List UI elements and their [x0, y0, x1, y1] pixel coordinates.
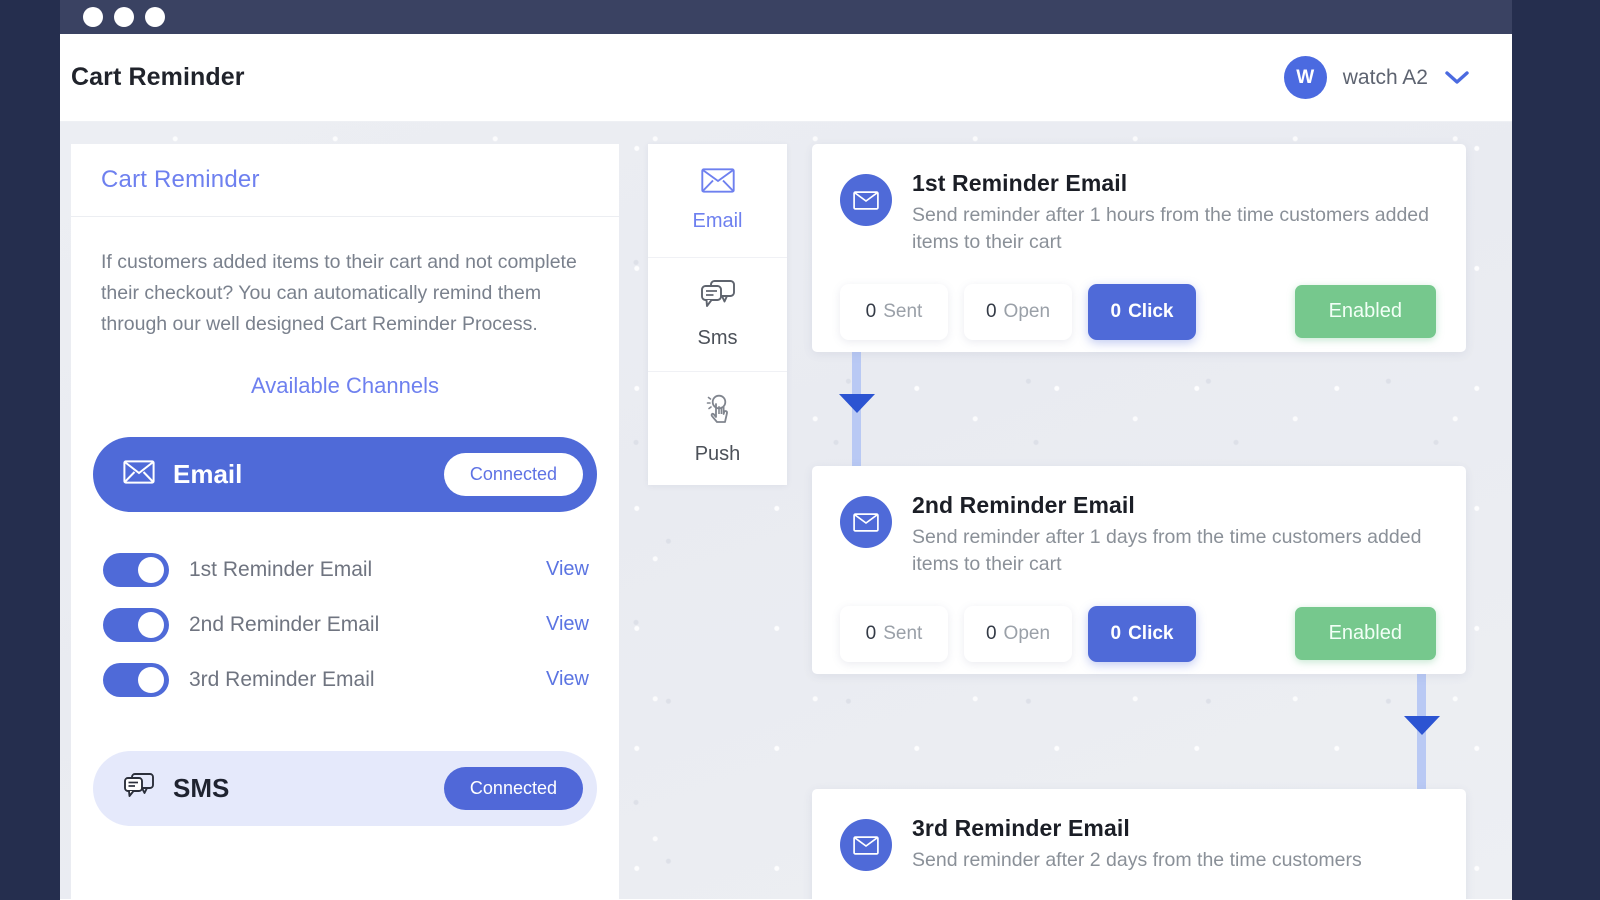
close-dot[interactable]	[83, 7, 103, 27]
page-title: Cart Reminder	[71, 63, 245, 91]
stat-sent-1-label: Sent	[883, 300, 923, 322]
user-menu[interactable]: W watch A2	[1283, 56, 1470, 99]
reminder-card-2-subtitle: Send reminder after 1 days from the time…	[912, 526, 1422, 575]
channel-selector-label-push: Push	[694, 442, 741, 465]
toggle-label-3rd-reminder: 3rd Reminder Email	[189, 667, 375, 691]
reminder-toggle-list: 1st Reminder Email View 2nd Reminder Ema…	[93, 542, 597, 707]
stat-sent-1-value: 0	[865, 300, 877, 322]
stat-open-2[interactable]: 0 Open	[964, 605, 1072, 662]
reminder-card-2-title: 2nd Reminder Email	[912, 492, 1135, 518]
reminder-card-2[interactable]: 2nd Reminder Email Send reminder after 1…	[812, 466, 1466, 674]
toggle-label-2nd-reminder: 2nd Reminder Email	[189, 612, 380, 636]
envelope-icon	[840, 819, 892, 871]
user-name: watch A2	[1342, 65, 1428, 89]
stat-open-1[interactable]: 0 Open	[964, 283, 1072, 340]
screenshot-root: Cart Reminder W watch A2 Cart Reminder I…	[0, 0, 1600, 900]
view-link-3rd-reminder[interactable]: View	[546, 668, 589, 691]
app-header: Cart Reminder W watch A2	[60, 34, 1512, 122]
stat-click-2-label: Click	[1128, 622, 1174, 644]
envelope-icon	[840, 496, 892, 548]
stat-open-1-value: 0	[985, 300, 997, 322]
left-panel-description: If customers added items to their cart a…	[101, 251, 577, 335]
channel-selector-label-email: Email	[692, 210, 743, 232]
push-tap-icon	[701, 392, 735, 431]
flow-arrow-1	[838, 394, 875, 413]
reminder-card-2-stats: 0 Sent 0 Open 0 Click Enabled	[840, 605, 1436, 662]
stat-sent-2[interactable]: 0 Sent	[840, 605, 948, 662]
channel-card-sms-left: SMS	[123, 772, 229, 805]
channel-card-email[interactable]: Email Connected	[93, 437, 597, 513]
chevron-down-icon[interactable]	[1444, 70, 1470, 86]
stat-click-1-label: Click	[1128, 300, 1174, 322]
channel-card-email-name: Email	[173, 459, 243, 490]
channel-card-sms-status[interactable]: Connected	[443, 767, 583, 811]
reminder-card-3-title: 3rd Reminder Email	[912, 815, 1130, 841]
status-badge-enabled-1[interactable]: Enabled	[1294, 285, 1436, 339]
channel-card-sms-name: SMS	[173, 773, 230, 804]
channel-selector-label-sms: Sms	[697, 327, 738, 349]
reminder-card-1-text: 1st Reminder Email Send reminder after 1…	[912, 170, 1436, 256]
stat-click-2[interactable]: 0 Click	[1088, 605, 1196, 662]
chat-bubbles-icon	[123, 772, 155, 805]
stat-open-2-label: Open	[1003, 622, 1051, 644]
minimize-dot[interactable]	[114, 7, 134, 27]
maximize-dot[interactable]	[145, 7, 165, 27]
channel-card-email-status[interactable]: Connected	[443, 453, 583, 497]
view-link-2nd-reminder[interactable]: View	[546, 613, 589, 636]
toggle-switch-3rd-reminder[interactable]	[103, 662, 169, 697]
reminder-card-2-text: 2nd Reminder Email Send reminder after 1…	[912, 492, 1436, 578]
reminder-card-3[interactable]: 3rd Reminder Email Send reminder after 2…	[812, 789, 1466, 899]
channel-selector-item-email[interactable]: Email	[648, 144, 787, 258]
available-channels-heading: Available Channels	[251, 373, 439, 399]
app-body: Cart Reminder If customers added items t…	[60, 122, 1512, 899]
stat-sent-2-label: Sent	[883, 622, 923, 644]
envelope-icon	[700, 168, 735, 198]
reminder-card-1-subtitle: Send reminder after 1 hours from the tim…	[912, 204, 1429, 253]
reminder-card-1[interactable]: 1st Reminder Email Send reminder after 1…	[812, 144, 1466, 352]
stat-open-2-value: 0	[985, 622, 997, 644]
reminder-toggle-row-3: 3rd Reminder Email View	[93, 652, 597, 707]
left-panel: Cart Reminder If customers added items t…	[71, 144, 619, 899]
envelope-icon	[123, 460, 155, 489]
stat-sent-2-value: 0	[865, 622, 877, 644]
stat-sent-1[interactable]: 0 Sent	[840, 283, 948, 340]
stat-open-1-label: Open	[1003, 300, 1051, 322]
reminder-card-1-stats: 0 Sent 0 Open 0 Click Enabled	[840, 283, 1436, 340]
reminder-card-2-header: 2nd Reminder Email Send reminder after 1…	[840, 492, 1436, 578]
reminder-card-3-subtitle: Send reminder after 2 days from the time…	[912, 849, 1362, 871]
channel-selector-item-sms[interactable]: Sms	[648, 258, 787, 372]
envelope-icon	[840, 174, 892, 226]
toggle-switch-2nd-reminder[interactable]	[103, 607, 169, 642]
toggle-switch-1st-reminder[interactable]	[103, 552, 169, 587]
reminder-card-1-header: 1st Reminder Email Send reminder after 1…	[840, 170, 1436, 256]
reminder-card-3-text: 3rd Reminder Email Send reminder after 2…	[912, 815, 1362, 874]
left-panel-header: Cart Reminder	[71, 144, 619, 217]
channel-card-email-left: Email	[123, 459, 242, 490]
stat-click-1-value: 0	[1110, 300, 1122, 322]
left-panel-title: Cart Reminder	[101, 166, 260, 193]
reminder-card-3-header: 3rd Reminder Email Send reminder after 2…	[840, 815, 1436, 874]
channel-card-sms[interactable]: SMS Connected	[93, 751, 597, 827]
chat-bubbles-icon	[700, 279, 736, 315]
reminder-toggle-row-2: 2nd Reminder Email View	[93, 597, 597, 652]
status-badge-enabled-2[interactable]: Enabled	[1294, 607, 1436, 661]
flow-arrow-2	[1403, 716, 1440, 735]
channel-selector: Email Sms Push	[648, 144, 787, 485]
window-titlebar	[60, 0, 1512, 34]
avatar: W	[1283, 56, 1327, 99]
browser-window: Cart Reminder W watch A2 Cart Reminder I…	[60, 0, 1512, 900]
channel-selector-item-push[interactable]: Push	[648, 372, 787, 485]
view-link-1st-reminder[interactable]: View	[546, 558, 589, 581]
reminder-flow: 1st Reminder Email Send reminder after 1…	[812, 144, 1466, 899]
toggle-label-1st-reminder: 1st Reminder Email	[189, 557, 373, 581]
reminder-card-1-title: 1st Reminder Email	[912, 170, 1128, 196]
reminder-toggle-row-1: 1st Reminder Email View	[93, 542, 597, 597]
stat-click-2-value: 0	[1110, 622, 1122, 644]
stat-click-1[interactable]: 0 Click	[1088, 283, 1196, 340]
